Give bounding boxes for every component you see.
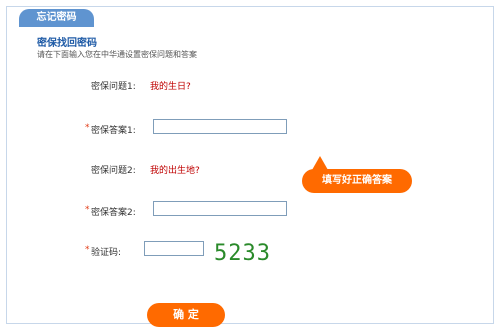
required-mark-2: * xyxy=(85,205,90,215)
form-panel: 忘记密码 密保找回密码 请在下面输入您在中华通设置密保问题和答案 密保问题1: … xyxy=(6,6,494,327)
hint-tooltip: 填写好正确答案 xyxy=(302,169,412,193)
required-mark: * xyxy=(85,123,90,133)
captcha-input[interactable] xyxy=(144,241,204,256)
captcha-label: 验证码: xyxy=(91,248,122,258)
question-2-text: 我的出生地? xyxy=(150,166,200,176)
page-title: 密保找回密码 xyxy=(37,38,97,49)
answer-1-label: 密保答案1: xyxy=(91,126,136,136)
tooltip-tail xyxy=(312,156,328,170)
question-1-label: 密保问题1: xyxy=(91,82,136,92)
captcha-image[interactable]: 5233 xyxy=(214,241,284,269)
question-1-text: 我的生日? xyxy=(150,82,191,92)
question-2-label: 密保问题2: xyxy=(91,166,136,176)
answer-2-input[interactable] xyxy=(153,201,287,216)
page-description: 请在下面输入您在中华通设置密保问题和答案 xyxy=(37,50,197,59)
answer-2-label: 密保答案2: xyxy=(91,208,136,218)
required-mark-3: * xyxy=(85,245,90,255)
submit-button[interactable]: 确 定 xyxy=(147,303,225,327)
section-tab: 忘记密码 xyxy=(19,9,94,27)
answer-1-input[interactable] xyxy=(153,119,287,134)
